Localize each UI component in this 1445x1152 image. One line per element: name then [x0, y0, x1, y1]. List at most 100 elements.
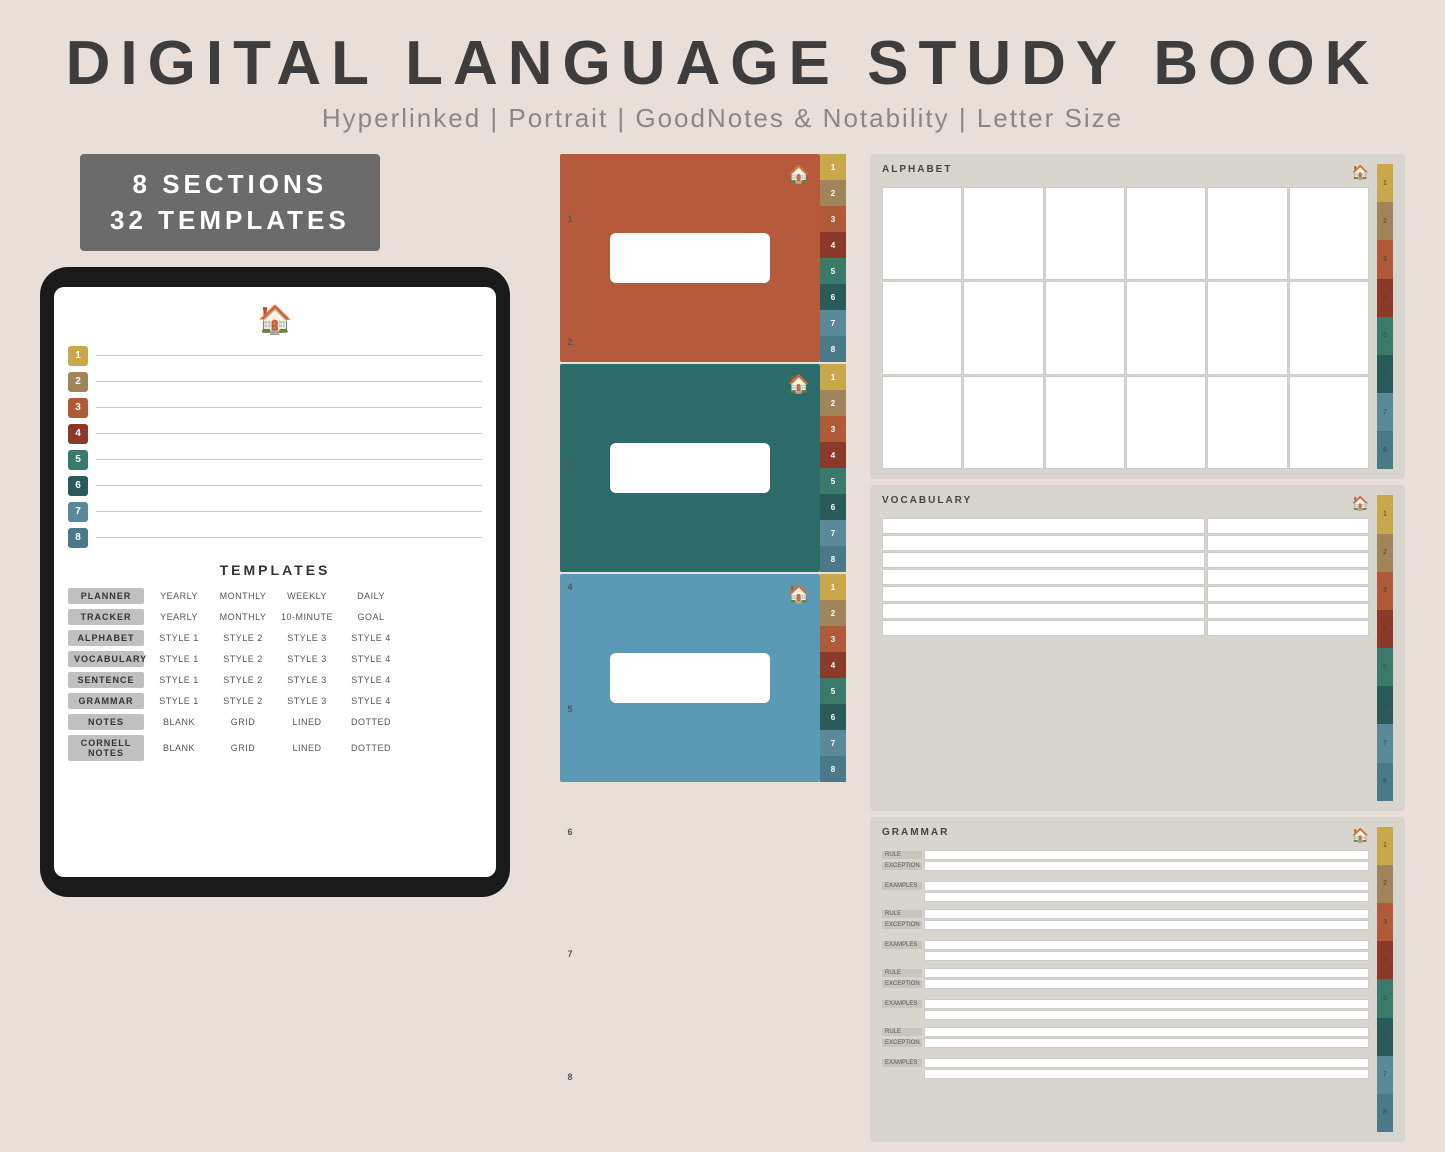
template-option: MONTHLY	[214, 591, 272, 601]
grammar-spacer-cell	[882, 896, 922, 898]
grid-cell	[1289, 376, 1369, 469]
grid-cell	[1289, 281, 1369, 374]
preview-tab: 7	[1377, 393, 1393, 431]
table-row: CORNELL NOTES BLANK GRID LINED DOTTED	[68, 735, 482, 761]
vocab-cell	[882, 586, 1205, 602]
template-option: STYLE 1	[150, 675, 208, 685]
tab-strip-1: 1 2 3 4 5 6 7 8	[820, 154, 846, 362]
grid-cell	[1207, 376, 1287, 469]
vocab-cell	[882, 569, 1205, 585]
preview-grammar-content: GRAMMAR 🏠 RULE EXCEPTION	[882, 827, 1369, 1132]
vocab-cell	[1207, 603, 1369, 619]
grammar-row-examples: EXAMPLES	[882, 1058, 1369, 1068]
header: DIGITAL LANGUAGE STUDY BOOK Hyperlinked …	[0, 0, 1445, 144]
template-option: STYLE 2	[214, 675, 272, 685]
template-option: STYLE 2	[214, 654, 272, 664]
vocab-col-secondary	[1207, 518, 1369, 800]
preview-tab: 8	[1377, 763, 1393, 801]
tab-3: 3	[820, 626, 846, 652]
templates-grid: PLANNER YEARLY MONTHLY WEEKLY DAILY TRAC…	[68, 588, 482, 761]
grid-row	[882, 187, 1369, 280]
section-num-4: 4	[68, 424, 88, 444]
notebook-cover-2: 🏠	[560, 364, 820, 572]
template-option: MONTHLY	[214, 612, 272, 622]
section-num-7: 7	[68, 502, 88, 522]
grammar-row-rule: RULE	[882, 850, 1369, 860]
tab-7: 7	[820, 310, 846, 336]
subtitle: Hyperlinked | Portrait | GoodNotes & Not…	[0, 103, 1445, 134]
tab-3: 3	[820, 416, 846, 442]
grid-cell	[1045, 281, 1125, 374]
template-option: GRID	[214, 717, 272, 727]
template-label-tracker: TRACKER	[68, 609, 144, 625]
grammar-line	[924, 1058, 1369, 1068]
grammar-row-rule: RULE	[882, 909, 1369, 919]
preview-tab: 3	[1377, 572, 1393, 610]
template-option: WEEKLY	[278, 591, 336, 601]
grid-cell	[1126, 281, 1206, 374]
grid-row	[882, 281, 1369, 374]
template-option: GOAL	[342, 612, 400, 622]
badge-line2: 32 TEMPLATES	[110, 202, 350, 238]
table-row: VOCABULARY STYLE 1 STYLE 2 STYLE 3 STYLE…	[68, 651, 482, 667]
preview-tab: 2	[1377, 534, 1393, 572]
list-item: 5	[68, 450, 482, 470]
table-row: NOTES BLANK GRID LINED DOTTED	[68, 714, 482, 730]
preview-tab: 6	[1377, 686, 1393, 724]
table-row: ALPHABET STYLE 1 STYLE 2 STYLE 3 STYLE 4	[68, 630, 482, 646]
list-item: 7	[68, 502, 482, 522]
template-label-cornell: CORNELL NOTES	[68, 735, 144, 761]
preview-vocabulary-title: VOCABULARY	[882, 495, 972, 506]
list-item: 6	[68, 476, 482, 496]
grid-cell	[1289, 187, 1369, 280]
preview-alphabet-header: ALPHABET 🏠	[882, 164, 1369, 181]
grammar-label: EXCEPTION	[882, 862, 922, 870]
vocab-cell	[1207, 518, 1369, 534]
grammar-line	[924, 940, 1369, 950]
tab-6: 6	[820, 494, 846, 520]
preview-tab: 8	[1377, 431, 1393, 469]
grammar-row-examples: EXAMPLES	[882, 881, 1369, 891]
tab-2: 2	[820, 600, 846, 626]
preview-tab: 2	[1377, 202, 1393, 240]
grammar-label: EXCEPTION	[882, 1039, 922, 1047]
section-line-7	[96, 511, 482, 512]
preview-tab: 5	[1377, 979, 1393, 1017]
section-num-5: 5	[68, 450, 88, 470]
grammar-sections: RULE EXCEPTION EXAMPLES	[882, 850, 1369, 1132]
cover-home-icon-2: 🏠	[788, 374, 810, 395]
vocab-cell	[882, 518, 1205, 534]
grammar-spacer-cell	[882, 1014, 922, 1016]
grammar-line	[924, 1010, 1369, 1020]
section-line-6	[96, 485, 482, 486]
main-title: DIGITAL LANGUAGE STUDY BOOK	[0, 28, 1445, 99]
grid-cell	[882, 281, 962, 374]
list-item: 2	[68, 372, 482, 392]
tab-6: 6	[820, 704, 846, 730]
preview-tab: 6	[1377, 1018, 1393, 1056]
cover-label-2	[610, 443, 770, 493]
template-label-notes: NOTES	[68, 714, 144, 730]
grammar-label: RULE	[882, 969, 922, 977]
grammar-spacer	[882, 990, 1369, 998]
template-option: STYLE 1	[150, 633, 208, 643]
grid-cell	[1126, 187, 1206, 280]
vocab-col-main	[882, 518, 1205, 800]
tab-5: 5	[820, 468, 846, 494]
grammar-label: EXAMPLES	[882, 1000, 922, 1008]
grammar-line	[924, 951, 1369, 961]
vocab-cell	[882, 620, 1205, 636]
tab-5: 5	[820, 258, 846, 284]
section-num-2: 2	[68, 372, 88, 392]
tablet-home-icon: 🏠	[68, 303, 482, 336]
vocab-cell	[882, 603, 1205, 619]
template-option: DAILY	[342, 591, 400, 601]
template-option: STYLE 4	[342, 633, 400, 643]
tablet-screen: 🏠 1 2 3 4	[54, 287, 496, 877]
section-num-3: 3	[68, 398, 88, 418]
tab-1: 1	[820, 364, 846, 390]
tab-2: 2	[820, 180, 846, 206]
template-option: STYLE 4	[342, 675, 400, 685]
grammar-spacer	[882, 872, 1369, 880]
template-option: STYLE 2	[214, 696, 272, 706]
